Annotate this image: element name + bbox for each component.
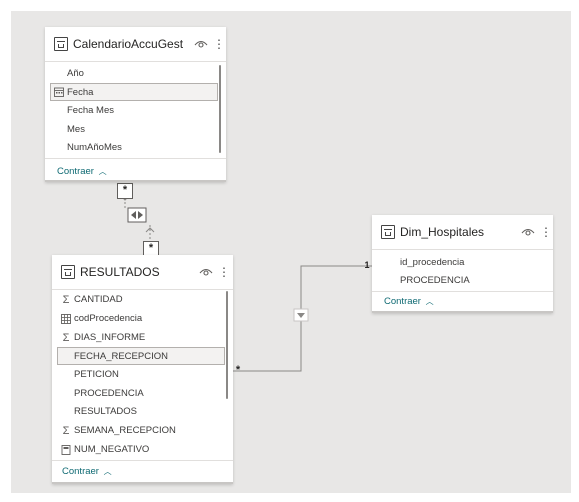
hospitales-card-header[interactable]: Dim_Hospitales ⋮ [372, 215, 553, 249]
field-semana-recepcion[interactable]: Σ SEMANA_RECEPCION [59, 422, 225, 440]
table-icon [381, 225, 395, 239]
table-icon [61, 265, 75, 279]
chevron-up-icon: ︿ [98, 167, 107, 176]
hospitales-card-title: Dim_Hospitales [400, 225, 485, 239]
field-label: SEMANA_RECEPCION [74, 425, 176, 436]
hospitales-table-card[interactable]: Dim_Hospitales ⋮ id_procedencia PROCEDEN… [372, 215, 553, 313]
footer-divider [45, 158, 226, 159]
visibility-eye-icon[interactable] [199, 267, 213, 277]
more-options-icon[interactable]: ⋮ [213, 37, 225, 51]
field-procedencia[interactable]: PROCEDENCIA [59, 385, 225, 403]
bidirectional-filter-box[interactable] [127, 207, 147, 223]
scrollbar[interactable] [219, 65, 221, 153]
field-fecha-mes[interactable]: Fecha Mes [52, 102, 218, 120]
collapse-label: Contraer [62, 466, 99, 477]
field-label: PETICION [74, 369, 119, 380]
field-codprocedencia[interactable]: codProcedencia [59, 310, 225, 328]
field-procedencia[interactable]: PROCEDENCIA [379, 272, 545, 290]
card-bottom-border [52, 482, 233, 484]
field-label: NumAñoMes [67, 142, 122, 153]
collapse-link[interactable]: Contraer ︿ [57, 166, 107, 177]
field-num-negativo[interactable]: NUM_NEGATIVO [59, 441, 225, 459]
calendar-icon [54, 87, 64, 97]
field-mes[interactable]: Mes [52, 121, 218, 139]
field-fecha-recepcion[interactable]: FECHA_RECEPCION [57, 347, 225, 365]
resultados-card-title: RESULTADOS [80, 265, 160, 279]
field-label: DIAS_INFORME [74, 332, 146, 343]
resultados-many-label: * [235, 364, 241, 376]
sigma-icon: Σ [62, 332, 70, 344]
table-icon [54, 37, 68, 51]
collapse-link[interactable]: Contraer ︿ [62, 466, 112, 477]
collapse-label: Contraer [57, 166, 94, 177]
header-divider [45, 61, 226, 62]
resultados-card-header[interactable]: RESULTADOS ⋮ [52, 255, 233, 289]
card-bottom-border [372, 311, 553, 313]
footer-divider [372, 291, 553, 292]
header-divider [372, 249, 553, 250]
more-options-icon[interactable]: ⋮ [540, 225, 552, 239]
field-label: id_procedencia [400, 257, 465, 268]
calendario-cardinality-label: * [117, 183, 133, 199]
sigma-icon: Σ [62, 425, 70, 437]
calendario-table-card[interactable]: CalendarioAccuGest ⋮ Año Fecha Fecha Mes… [45, 27, 226, 182]
field-label: Año [67, 68, 84, 79]
field-label: CANTIDAD [74, 294, 123, 305]
collapse-label: Contraer [384, 296, 421, 307]
field-peticion[interactable]: PETICION [59, 366, 225, 384]
scrollbar[interactable] [226, 291, 228, 399]
chevron-up-icon: ︿ [103, 467, 112, 476]
field-label: Mes [67, 124, 85, 135]
field-label: codProcedencia [74, 313, 143, 324]
field-label: PROCEDENCIA [400, 275, 470, 286]
calculator-icon [61, 445, 71, 455]
header-divider [52, 289, 233, 290]
visibility-eye-icon[interactable] [521, 227, 535, 237]
field-label: Fecha [67, 87, 94, 98]
calendario-card-title: CalendarioAccuGest [73, 37, 184, 51]
hospitales-one-label: 1 [364, 260, 370, 270]
field-dias-informe[interactable]: Σ DIAS_INFORME [59, 329, 225, 347]
field-resultados[interactable]: RESULTADOS [59, 403, 225, 421]
field-label: NUM_NEGATIVO [74, 444, 150, 455]
calendario-card-header[interactable]: CalendarioAccuGest ⋮ [45, 27, 226, 61]
field-fecha[interactable]: Fecha [50, 83, 218, 101]
footer-divider [52, 460, 233, 461]
sigma-icon: Σ [62, 294, 70, 306]
collapse-link[interactable]: Contraer ︿ [384, 296, 434, 307]
visibility-eye-icon[interactable] [194, 39, 208, 49]
more-options-icon[interactable]: ⋮ [218, 265, 230, 279]
field-cantidad[interactable]: Σ CANTIDAD [59, 291, 225, 309]
field-label: Fecha Mes [67, 105, 114, 116]
field-label: RESULTADOS [74, 406, 137, 417]
chevron-up-icon: ︿ [425, 297, 434, 306]
field-ano[interactable]: Año [52, 65, 218, 83]
field-id-procedencia[interactable]: id_procedencia [379, 254, 545, 272]
field-numanomes[interactable]: NumAñoMes [52, 139, 218, 157]
resultados-table-card[interactable]: RESULTADOS ⋮ Σ CANTIDAD codProcedencia Σ… [52, 255, 233, 484]
table-grid-icon [61, 314, 71, 324]
field-label: FECHA_RECEPCION [74, 351, 168, 362]
field-label: PROCEDENCIA [74, 388, 144, 399]
card-bottom-border [45, 180, 226, 182]
